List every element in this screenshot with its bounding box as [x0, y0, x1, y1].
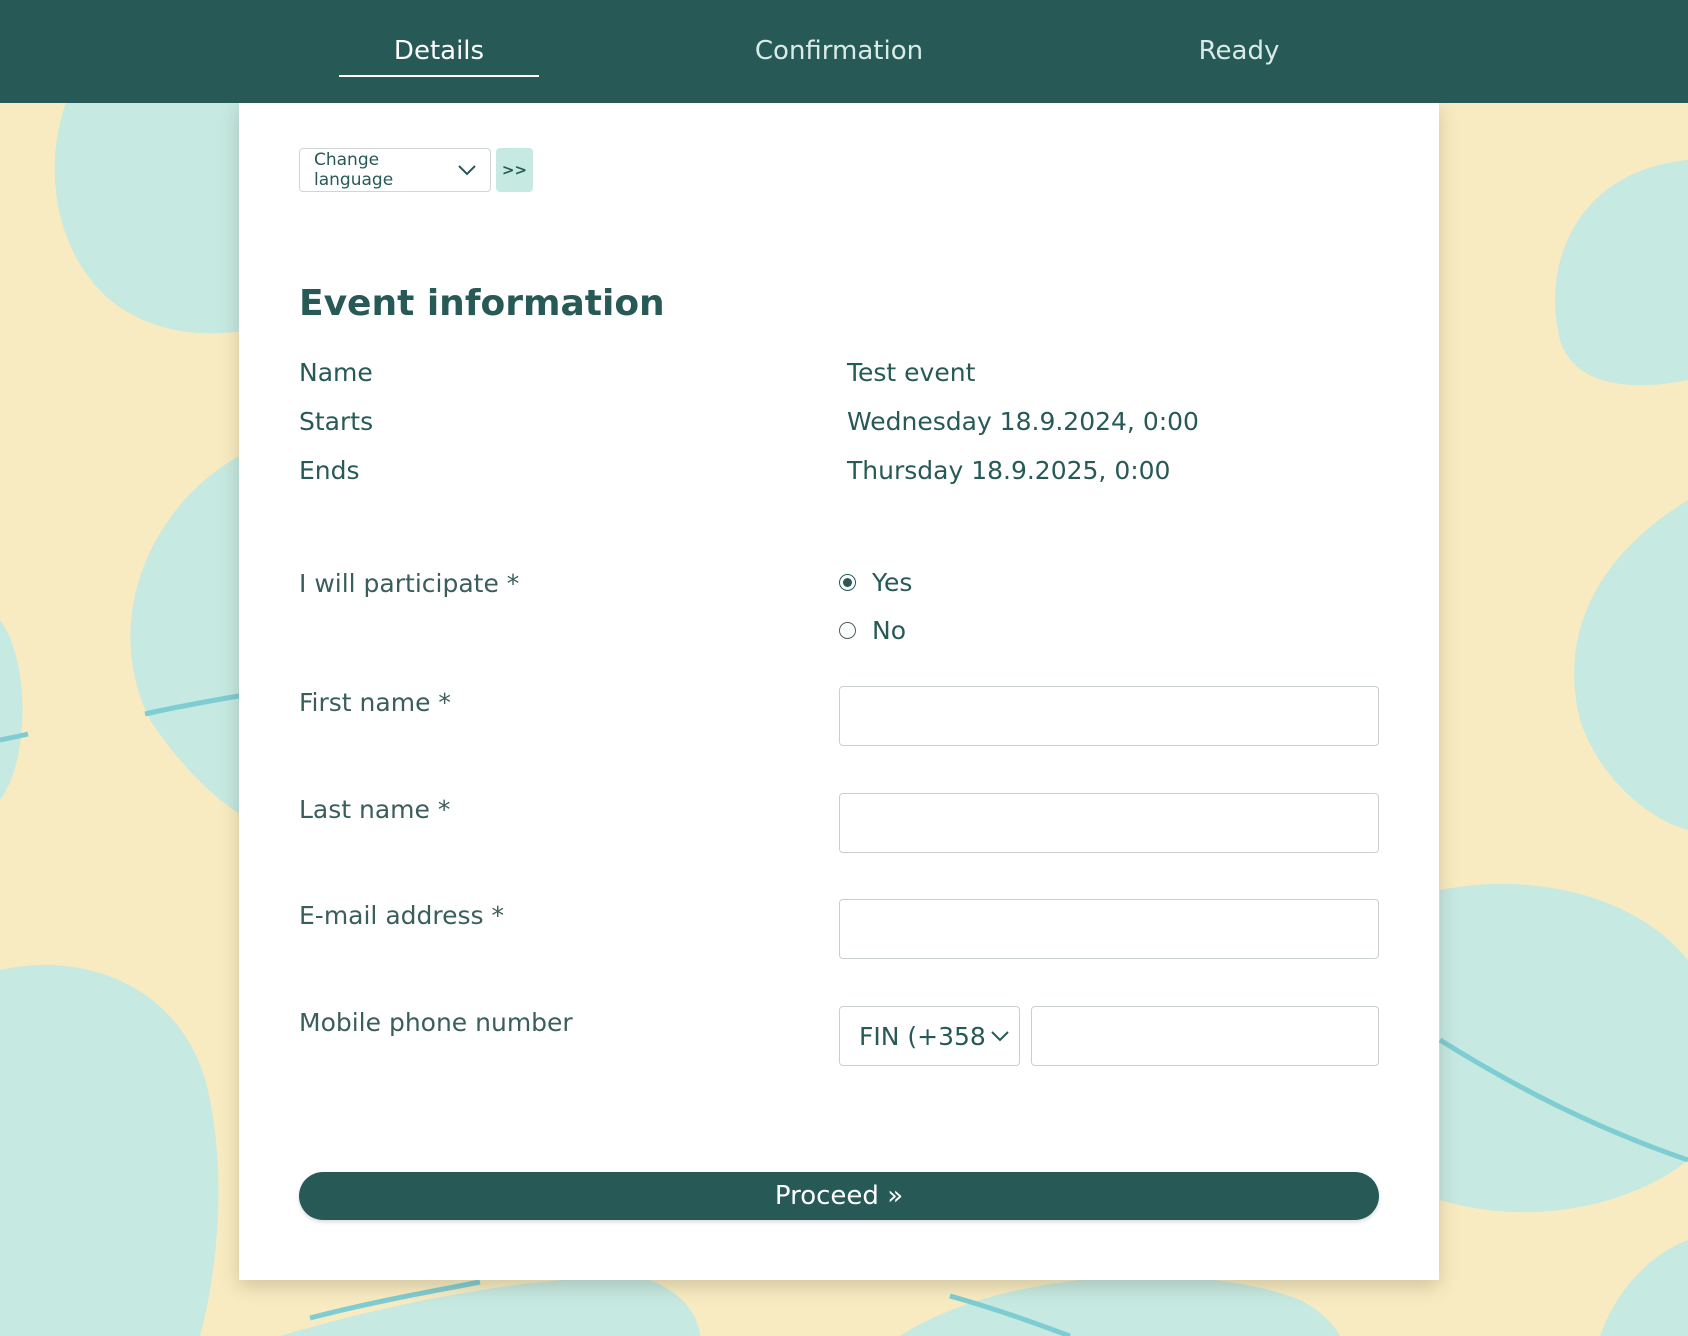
email-label: E-mail address *: [299, 901, 504, 930]
event-name-value: Test event: [847, 358, 976, 387]
page-title: Event information: [299, 283, 665, 324]
mobile-phone-label: Mobile phone number: [299, 1008, 573, 1037]
tab-ready-label: Ready: [1198, 35, 1280, 66]
proceed-button[interactable]: Proceed »: [299, 1172, 1379, 1220]
event-ends-value: Thursday 18.9.2025, 0:00: [847, 456, 1171, 485]
participate-yes-radio[interactable]: Yes: [839, 568, 912, 597]
email-input[interactable]: [839, 899, 1379, 959]
language-go-button[interactable]: >>: [496, 148, 533, 192]
country-code-select[interactable]: FIN (+358: [839, 1006, 1020, 1066]
tab-confirmation[interactable]: Confirmation: [719, 0, 959, 103]
language-select-label: Change language: [314, 150, 394, 190]
chevron-down-icon: [991, 1030, 1009, 1042]
tab-confirmation-label: Confirmation: [754, 35, 924, 66]
tab-details[interactable]: Details: [319, 0, 559, 103]
radio-unchecked-icon[interactable]: [839, 622, 856, 639]
event-starts-value: Wednesday 18.9.2024, 0:00: [847, 407, 1199, 436]
proceed-button-label: Proceed »: [774, 1181, 904, 1211]
event-form-card: Change language >> Event information Nam…: [239, 103, 1439, 1280]
participate-label: I will participate *: [299, 569, 520, 598]
tab-ready[interactable]: Ready: [1119, 0, 1359, 103]
progress-nav: Details Confirmation Ready: [0, 0, 1688, 103]
tab-details-label: Details: [393, 35, 485, 66]
last-name-input[interactable]: [839, 793, 1379, 853]
country-code-value: FIN (+358: [859, 1021, 986, 1051]
radio-checked-icon[interactable]: [839, 574, 856, 591]
language-switcher: Change language >>: [299, 148, 533, 192]
chevron-down-icon: [458, 164, 476, 176]
participate-yes-label: Yes: [872, 568, 913, 597]
event-name-label: Name: [299, 358, 373, 387]
participate-no-radio[interactable]: No: [839, 616, 906, 645]
mobile-phone-input[interactable]: [1031, 1006, 1379, 1066]
last-name-label: Last name *: [299, 795, 451, 824]
first-name-input[interactable]: [839, 686, 1379, 746]
participate-no-label: No: [872, 616, 906, 645]
event-starts-label: Starts: [299, 407, 374, 436]
event-ends-label: Ends: [299, 456, 360, 485]
first-name-label: First name *: [299, 688, 451, 717]
language-select[interactable]: Change language: [299, 148, 491, 192]
